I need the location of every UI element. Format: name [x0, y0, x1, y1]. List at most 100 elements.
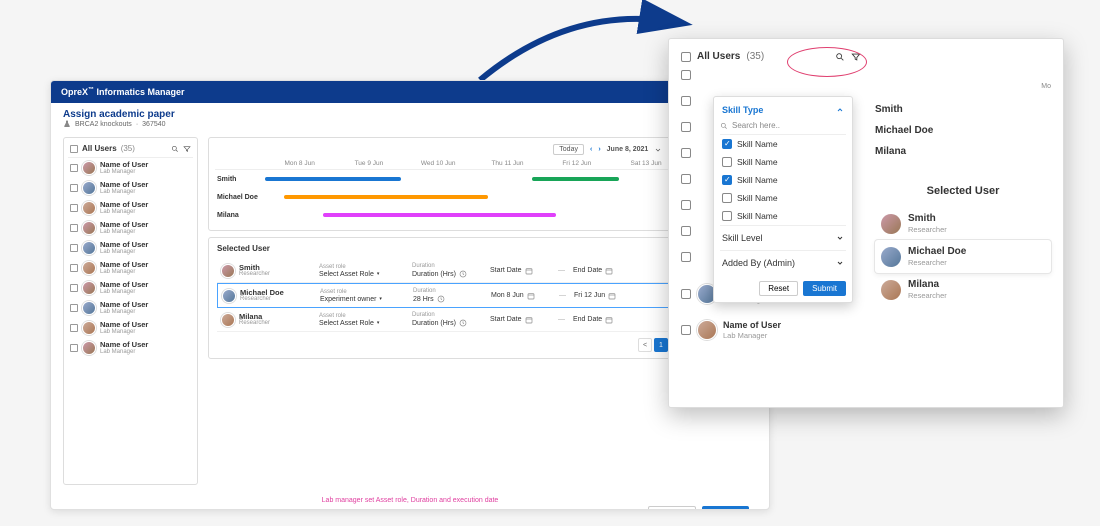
user-checkbox[interactable] [681, 325, 691, 335]
filter-checkbox[interactable] [722, 139, 732, 149]
user-checkbox[interactable] [70, 344, 78, 352]
end-date-field[interactable]: Fri 12 Jun [574, 292, 634, 300]
filter-icon[interactable] [851, 52, 861, 62]
user-row[interactable]: Name of UserLab Manager [68, 278, 193, 298]
callout-arrow [460, 0, 700, 90]
gantt-bar[interactable] [265, 177, 401, 181]
user-checkbox[interactable] [70, 324, 78, 332]
today-button[interactable]: Today [553, 144, 584, 155]
prev-week-button[interactable]: ‹ [590, 146, 592, 153]
search-icon[interactable] [835, 52, 845, 62]
user-checkbox[interactable] [70, 164, 78, 172]
filter-section-skill-level[interactable]: Skill Level [720, 225, 846, 250]
user-role: Lab Manager [100, 269, 148, 275]
gantt-row-name: Milana [215, 212, 265, 219]
filter-reset-button[interactable]: Reset [759, 281, 798, 296]
avatar [222, 289, 236, 303]
user-checkbox[interactable] [681, 252, 691, 262]
day-header: Wed 10 Jun [404, 160, 473, 167]
user-checkbox[interactable] [70, 284, 78, 292]
filter-skill-item[interactable]: Skill Name [720, 171, 846, 189]
filter-submit-button[interactable]: Submit [803, 281, 846, 296]
user-checkbox[interactable] [70, 184, 78, 192]
page-1[interactable]: 1 [654, 338, 668, 352]
gantt-bar[interactable] [323, 213, 556, 217]
user-name: Name of User [100, 301, 148, 309]
user-row[interactable]: Name of UserLab Manager [68, 218, 193, 238]
user-row[interactable]: Name of UserLab Manager [68, 178, 193, 198]
cancel-button[interactable]: Cancel [648, 506, 696, 510]
clock-icon [459, 270, 467, 278]
asset-role-select[interactable]: Asset roleSelect Asset Role ▾ [319, 313, 404, 327]
user-checkbox[interactable] [70, 204, 78, 212]
user-checkbox[interactable] [681, 70, 691, 80]
chevron-down-icon[interactable] [654, 146, 662, 154]
duration-field[interactable]: Duration28 Hrs [413, 288, 483, 303]
gantt-name: Smith [875, 104, 1051, 115]
next-week-button[interactable]: › [598, 146, 600, 153]
user-checkbox[interactable] [70, 224, 78, 232]
filter-skill-item[interactable]: Skill Name [720, 153, 846, 171]
duration-field[interactable]: DurationDuration (Hrs) [412, 263, 482, 278]
user-name: Name of User [100, 341, 148, 349]
selected-role: Researcher [908, 258, 966, 267]
filter-section-added-by[interactable]: Added By (Admin) [720, 250, 846, 275]
user-checkbox[interactable] [681, 226, 691, 236]
filter-checkbox[interactable] [722, 175, 732, 185]
search-icon [720, 122, 728, 130]
filter-icon[interactable] [183, 145, 191, 153]
start-date-field[interactable]: Start Date [490, 267, 550, 275]
user-row[interactable]: Name of UserLab Manager [68, 198, 193, 218]
user-checkbox[interactable] [681, 96, 691, 106]
duration-field[interactable]: DurationDuration (Hrs) [412, 312, 482, 327]
inset-selected-row: SmithResearcher [875, 207, 1051, 240]
asset-role-select[interactable]: Asset roleSelect Asset Role ▾ [319, 264, 404, 278]
start-date-field[interactable]: Mon 8 Jun [491, 292, 551, 300]
user-row[interactable]: Name of UserLab Manager [68, 158, 193, 178]
user-row[interactable]: Name of UserLab Manager [68, 318, 193, 338]
avatar [82, 281, 96, 295]
user-checkbox[interactable] [70, 244, 78, 252]
user-role: Lab Manager [100, 229, 148, 235]
filter-checkbox[interactable] [722, 157, 732, 167]
filter-skill-item[interactable]: Skill Name [720, 135, 846, 153]
all-users-title: All Users [82, 144, 117, 153]
start-date-field[interactable]: Start Date [490, 316, 550, 324]
user-row[interactable]: Name of UserLab Manager [68, 258, 193, 278]
user-role: Lab Manager [100, 169, 148, 175]
user-checkbox[interactable] [70, 264, 78, 272]
avatar [881, 214, 901, 234]
user-role: Lab Manager [100, 189, 148, 195]
filter-section-skill-type[interactable]: Skill Type [720, 103, 846, 119]
filter-checkbox[interactable] [722, 211, 732, 221]
select-all-checkbox[interactable] [70, 145, 78, 153]
page-<[interactable]: < [638, 338, 652, 352]
search-icon[interactable] [171, 145, 179, 153]
filter-search-input[interactable]: Search here.. [720, 119, 846, 135]
avatar [221, 264, 235, 278]
asset-role-select[interactable]: Asset roleExperiment owner ▾ [320, 289, 405, 303]
select-all-checkbox[interactable] [681, 52, 691, 62]
inset-selected-row: Michael DoeResearcher [875, 240, 1051, 273]
assign-button[interactable]: Assign [702, 506, 749, 510]
user-checkbox[interactable] [681, 148, 691, 158]
filter-skill-item[interactable]: Skill Name [720, 207, 846, 225]
app-header: OpreX™ Informatics Manager tT · A A · A [51, 81, 769, 103]
filter-skill-item[interactable]: Skill Name [720, 189, 846, 207]
user-checkbox[interactable] [681, 174, 691, 184]
user-checkbox[interactable] [70, 304, 78, 312]
user-row[interactable]: Name of UserLab Manager [68, 298, 193, 318]
end-date-field[interactable]: End Date [573, 267, 633, 275]
user-checkbox[interactable] [681, 200, 691, 210]
user-row[interactable]: Name of UserLab Manager [68, 238, 193, 258]
user-role: Lab Manager [100, 209, 148, 215]
user-checkbox[interactable] [681, 122, 691, 132]
gantt-name: Milana [875, 146, 1051, 157]
filter-checkbox[interactable] [722, 193, 732, 203]
user-checkbox[interactable] [681, 289, 691, 299]
gantt-bar[interactable] [532, 177, 619, 181]
user-row[interactable]: Name of UserLab Manager [68, 338, 193, 358]
user-row[interactable]: Name of UserLab Manager [681, 312, 861, 348]
end-date-field[interactable]: End Date [573, 316, 633, 324]
gantt-bar[interactable] [284, 195, 488, 199]
